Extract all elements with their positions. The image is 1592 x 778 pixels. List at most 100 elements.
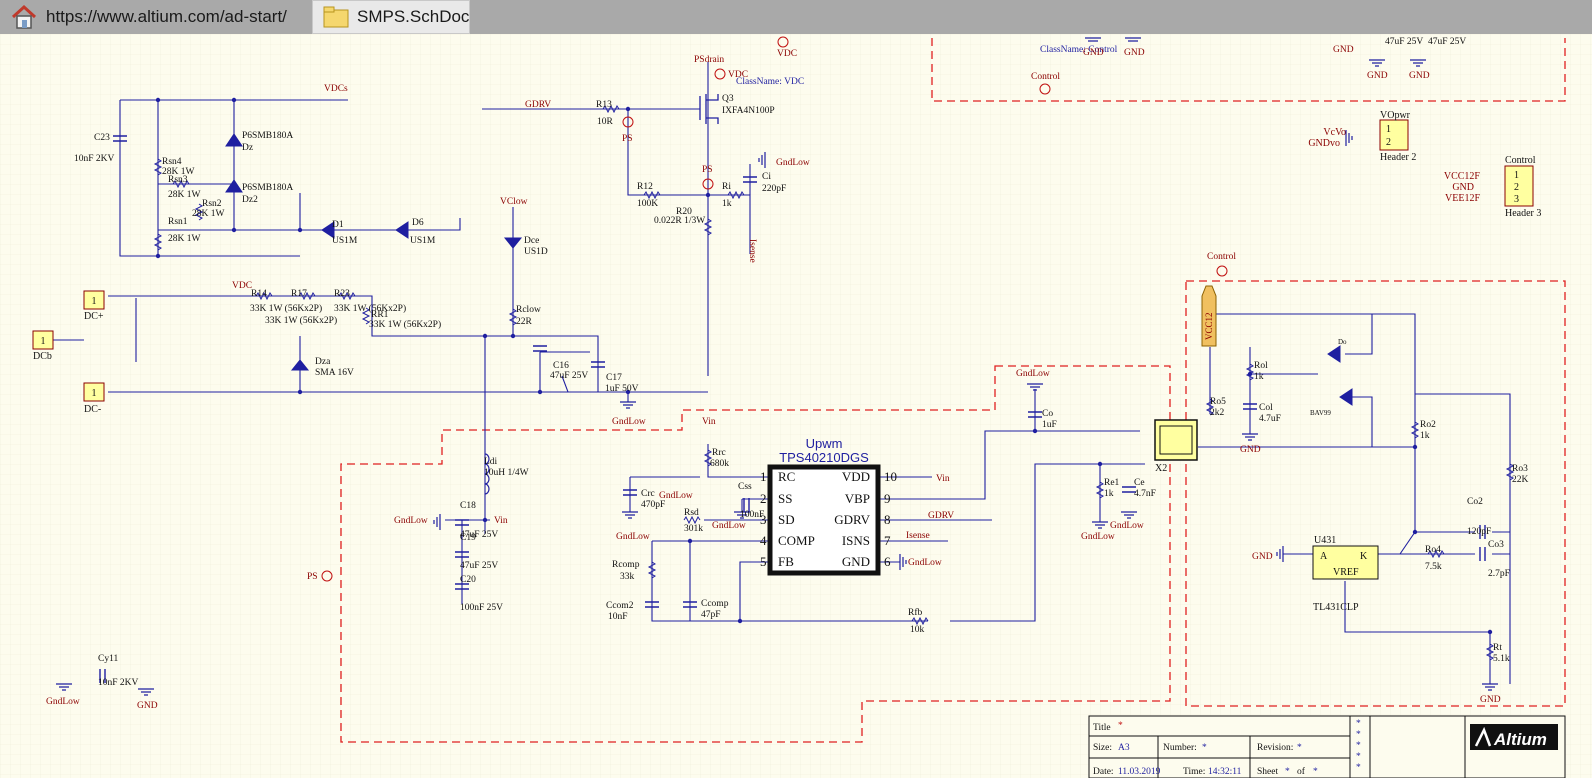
connector-vopwr-ref: VOpwr [1380,110,1411,121]
revision-value: * [1297,743,1302,753]
ic-pin-num-10: 10 [884,469,897,484]
c23-ref: C23 [94,133,110,143]
ic-pin-name-fb: FB [778,554,794,569]
tab-start-page[interactable]: https://www.altium.com/ad-start/ [0,0,310,34]
r13-ref: R13 [596,100,612,110]
u431-pin-k: K [1360,551,1368,562]
net-isense-right: Isense [906,531,930,541]
ic-pin-name-rc: RC [778,469,795,484]
re1-ref: Re1 [1104,478,1120,488]
d1-value: US1M [332,236,358,246]
gnd-label-re1: GndLow [1081,532,1115,542]
connector-dc-minus[interactable]: 1 DC- [83,382,105,415]
ci-ref: Ci [762,172,771,182]
gnd-label-ci: GndLow [776,158,810,168]
ic-pin-num-7: 7 [884,533,891,548]
rsn1-value: 28K 1W [168,234,200,244]
rt-value: 5.1k [1493,654,1510,664]
gnd-label-top4: GND [1367,71,1388,81]
css-ref: Css [738,482,752,492]
rsd-ref: Rsd [684,508,699,518]
title-star-4: * [1356,752,1361,762]
sheet-value: * [1285,767,1290,777]
title-star-5: * [1356,763,1361,773]
gnd-label-top2: GND [1124,48,1145,58]
ldi-ref: Ldi [484,457,498,467]
ccomp-value: 47pF [701,610,721,620]
net-control-top: Control [1031,72,1060,82]
ic-pin-name-gnd: GND [842,554,870,569]
rsn2-value: 28K 1W [192,209,224,219]
connector-dc-plus-pin: 1 [92,296,97,307]
c20-ref: C20 [460,575,476,585]
ic-pin-num-4: 4 [760,533,767,548]
title-star-1: * [1356,719,1361,729]
gnd-label-rt: GND [1480,695,1501,705]
connector-dcb[interactable]: 1 DCb [32,330,54,362]
r14-value: 33K 1W (56Kx2P) [250,303,322,314]
tab-smps-schdoc[interactable]: SMPS.SchDoc [312,0,470,34]
u431-value: TL431CLP [1313,602,1359,613]
dza-value: SMA 16V [315,368,354,378]
rrc-ref: Rrc [712,448,726,458]
ce-value: 4.7nF [1134,489,1156,499]
ldi-value: 10uH 1/4W [484,468,529,478]
rr1-ref: RR1 [371,310,389,320]
r23-ref: R23 [334,289,350,299]
connector-dc-plus-label: DC+ [84,311,104,322]
title-star-3: * [1356,741,1361,751]
tab-start-page-label: https://www.altium.com/ad-start/ [46,7,287,26]
connector-dc-minus-label: DC- [84,404,101,415]
co3-value: 2.7pF [1488,569,1510,579]
connector-dcb-pin: 1 [41,336,46,347]
connector-control-title: Header 3 [1505,208,1541,219]
rfb-ref: Rfb [908,607,923,618]
u431-ref: U431 [1314,535,1336,546]
do-ref: Do [1338,338,1347,346]
c20-value: 100nF 25V [460,603,503,613]
c19-ref: C19 [460,533,476,543]
of-value: * [1313,767,1318,777]
rsn3-value: 28K 1W [168,190,200,200]
dce-value: US1D [524,247,548,257]
tab-bar: https://www.altium.com/ad-start/ SMPS.Sc… [0,0,1592,34]
rsd-value: 301k [684,524,703,534]
net-classname-control: ClassName: Control [1040,45,1118,55]
c19-value: 47uF 25V [460,561,498,571]
cap-top-value: 47uF 25V [1385,37,1423,47]
title-star-2: * [1356,730,1361,740]
r20-value: 0.022R 1/3W [654,216,705,226]
u431-center: VREF [1333,567,1359,578]
co2-ref: Co2 [1467,497,1483,507]
ro4-ref: Ro4 [1425,545,1441,555]
co-value: 1uF [1042,420,1057,430]
ic-pin-num-2: 2 [760,491,767,506]
ic-pin-name-isns: ISNS [842,533,870,548]
net-psdrain: PSdrain [694,55,724,65]
ic-pin-name-vbp: VBP [845,491,870,506]
schematic-canvas[interactable]: Upwm TPS40210DGS 1 RC 2 SS 3 SD 4 COMP 5… [0,34,1592,778]
cy11-value: 10nF 2KV [98,678,139,688]
connector-vcc12[interactable]: VCC12 [1201,285,1217,347]
r17-value: 33K 1W (56Kx2P) [265,315,337,326]
tab-smps-schdoc-label: SMPS.SchDoc [357,7,470,26]
c18-ref: C18 [460,501,476,511]
gnd-label-crc: GndLow [616,532,650,542]
ri-ref: Ri [722,182,731,192]
gnd-label-col: GND [1240,445,1261,455]
rfb-value: 10k [910,625,925,635]
col-ref: Col [1259,403,1273,413]
ce-ref: Ce [1134,478,1145,488]
connector-dcb-label: DCb [33,351,52,362]
connector-control-pin3: 3 [1514,194,1519,205]
connector-dc-plus[interactable]: 1 DC+ [83,290,105,322]
u431-pin-a: A [1320,551,1328,562]
c17-value: 1uF 50V [605,384,639,394]
dz2-ref: Dz2 [242,195,258,205]
ic-pin-name-ss: SS [778,491,792,506]
gnd-label-crc2: GndLow [659,491,693,501]
ic-part: TPS40210DGS [779,450,869,465]
c23-value: 10nF 2KV [74,154,115,164]
ic-pin-name-gdrv: GDRV [834,512,870,527]
net-gdrv-right: GDRV [928,511,954,521]
